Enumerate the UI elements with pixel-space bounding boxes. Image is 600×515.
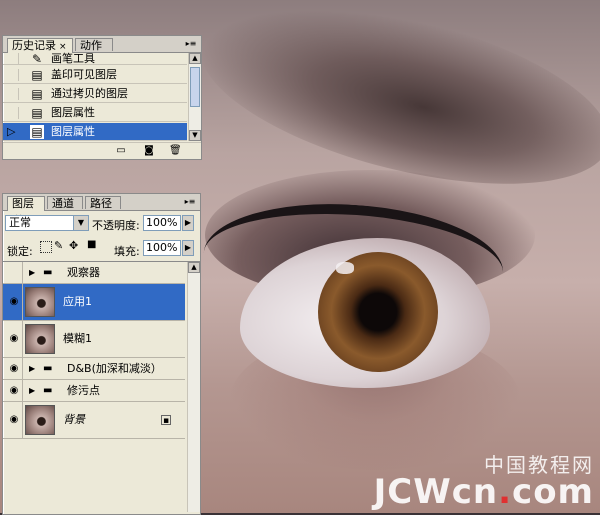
expand-triangle-icon[interactable]: ▶: [29, 385, 35, 397]
folder-icon: ▬: [43, 363, 53, 374]
trash-icon[interactable]: 🗑: [169, 145, 182, 157]
fill-slider-arrow-icon[interactable]: ▶: [182, 240, 194, 256]
blend-mode-select[interactable]: 正常 ▼: [5, 215, 89, 231]
snapshot-source-box[interactable]: [7, 107, 19, 119]
snapshot-source-box[interactable]: [7, 88, 19, 100]
eye-icon[interactable]: ◉: [7, 333, 21, 345]
visibility-toggle[interactable]: ◉: [3, 284, 23, 320]
eye-icon[interactable]: ◉: [7, 385, 21, 397]
layer-list: ▶ ▬ 观察器 ◉ 应用1 ◉ 模糊1 ◉ ▶ ▬ D&B(加深和减淡） ◉ ▶…: [3, 261, 200, 512]
document-icon: ▤: [31, 68, 43, 82]
visibility-toggle[interactable]: ◉: [3, 358, 23, 379]
layer-row-group[interactable]: ▶ ▬ 观察器: [3, 262, 185, 284]
tab-history[interactable]: 历史记录 ×: [7, 38, 73, 53]
visibility-toggle-empty[interactable]: [3, 262, 23, 283]
eye-icon[interactable]: ◉: [7, 363, 21, 375]
history-item[interactable]: ▤ 盖印可见图层: [3, 66, 187, 84]
close-icon[interactable]: ×: [59, 42, 67, 52]
snapshot-source-box[interactable]: [7, 53, 19, 65]
history-footer: ▭ ◙ 🗑: [3, 142, 201, 159]
folder-icon: ▬: [43, 267, 53, 278]
lock-paint-icon[interactable]: ✎: [54, 239, 63, 257]
snapshot-source-box[interactable]: [7, 69, 19, 81]
brush-icon: ✎: [31, 52, 43, 66]
layer-row-group[interactable]: ◉ ▶ ▬ 修污点: [3, 380, 185, 402]
tab-paths[interactable]: 路径: [85, 196, 121, 210]
layer-thumbnail: [25, 287, 55, 317]
layer-row-background[interactable]: ◉ 背景 ▪: [3, 402, 185, 439]
folder-icon: ▬: [43, 385, 53, 396]
lock-all-icon[interactable]: ■: [87, 239, 96, 257]
history-state-marker-icon: ▷: [7, 125, 16, 138]
document-icon: ▤: [31, 87, 43, 101]
visibility-toggle[interactable]: ◉: [3, 402, 23, 438]
visibility-toggle[interactable]: ◉: [3, 380, 23, 401]
watermark-en: JCWcn.com: [373, 472, 594, 512]
lock-icon: ▪: [161, 415, 171, 426]
tab-actions[interactable]: 动作: [75, 38, 113, 52]
history-tab-bar: 历史记录 × 动作 ▸≡: [3, 36, 201, 53]
lock-label: 锁定:: [7, 245, 33, 258]
layer-thumbnail: [25, 324, 55, 354]
history-item-selected[interactable]: ▷ ▤ 图层属性: [3, 123, 187, 141]
document-icon: ▤: [30, 125, 44, 139]
layer-row-group[interactable]: ◉ ▶ ▬ D&B(加深和减淡）: [3, 358, 185, 380]
layers-panel: 图层× 通道 路径 ▸≡ 正常 ▼ 不透明度: 100% ▶ 锁定: ✎ ✥ ■…: [2, 193, 201, 515]
tab-channels[interactable]: 通道: [47, 196, 83, 210]
expand-triangle-icon[interactable]: ▶: [29, 363, 35, 375]
fill-input[interactable]: 100%: [143, 240, 181, 256]
eye-icon[interactable]: ◉: [7, 296, 21, 308]
layer-thumbnail: [25, 405, 55, 435]
document-icon: ▤: [31, 106, 43, 120]
layers-scrollbar[interactable]: ▲: [187, 262, 200, 512]
watermark-dot: .: [498, 472, 513, 512]
history-item[interactable]: ▤ 通过拷贝的图层: [3, 85, 187, 103]
scroll-thumb[interactable]: [190, 67, 200, 107]
camera-icon[interactable]: ◙: [143, 145, 155, 157]
visibility-toggle[interactable]: ◉: [3, 321, 23, 357]
scroll-up-icon[interactable]: ▲: [188, 262, 200, 273]
panel-menu-icon[interactable]: ▸≡: [184, 39, 198, 49]
history-item[interactable]: ✎ 画笔工具: [3, 52, 187, 66]
expand-triangle-icon[interactable]: ▶: [29, 267, 35, 279]
watermark: 中国教程网 JCWcn.com: [374, 455, 594, 509]
history-panel: 历史记录 × 动作 ▸≡ ✎ 画笔工具 ▤ 盖印可见图层 ▤ 通过拷贝的图层 ▤ …: [2, 35, 202, 160]
new-document-icon[interactable]: ▭: [115, 145, 127, 157]
lock-transparent-icon[interactable]: [40, 241, 52, 253]
opacity-input[interactable]: 100%: [143, 215, 181, 231]
scroll-up-icon[interactable]: ▲: [189, 53, 201, 64]
opacity-slider-arrow-icon[interactable]: ▶: [182, 215, 194, 231]
lock-move-icon[interactable]: ✥: [69, 239, 78, 257]
tab-layers[interactable]: 图层×: [7, 196, 45, 223]
layer-row-selected[interactable]: ◉ 应用1: [3, 284, 185, 321]
scroll-down-icon[interactable]: ▼: [189, 130, 201, 141]
chevron-down-icon: ▼: [73, 216, 88, 230]
history-scrollbar[interactable]: ▲ ▼: [188, 53, 201, 141]
eye-icon[interactable]: ◉: [7, 414, 21, 426]
layers-tab-bar: 图层× 通道 路径 ▸≡: [3, 194, 200, 223]
layer-row[interactable]: ◉ 模糊1: [3, 321, 185, 358]
fill-label: 填充:: [114, 245, 140, 258]
history-item[interactable]: ▤ 图层属性: [3, 104, 187, 122]
opacity-label: 不透明度:: [92, 219, 140, 232]
panel-menu-icon[interactable]: ▸≡: [183, 197, 197, 207]
